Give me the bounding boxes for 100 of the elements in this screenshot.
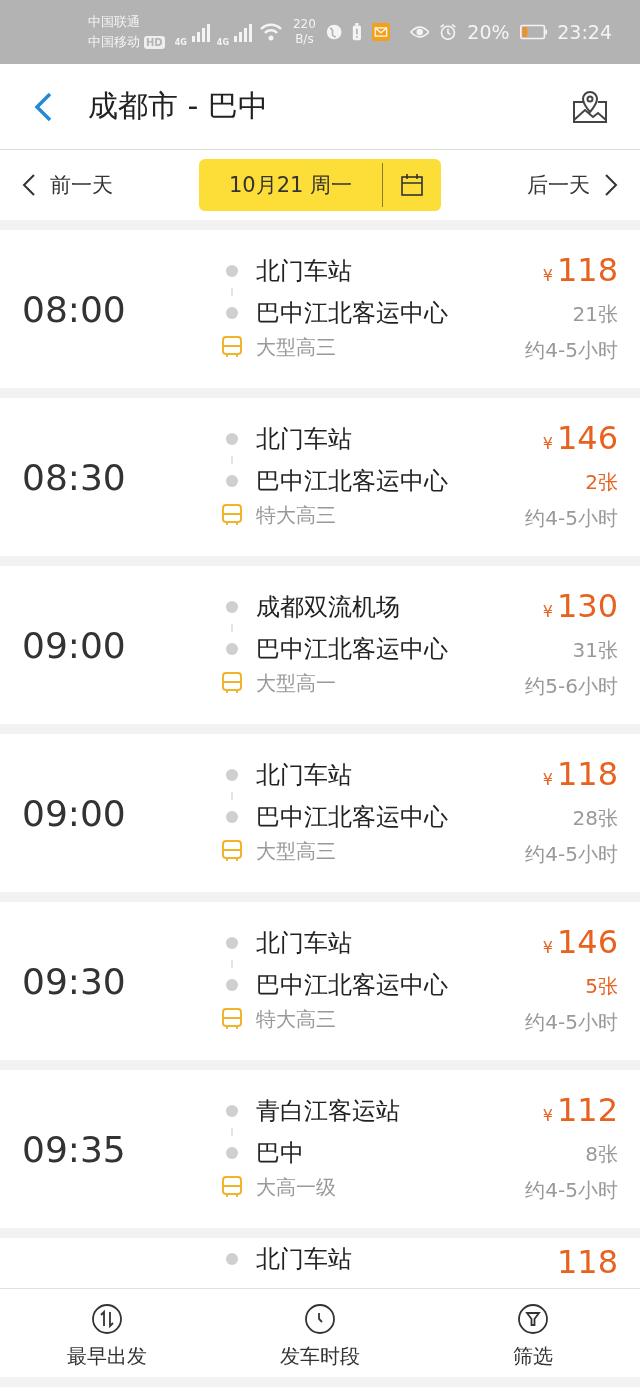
tickets-left: 8张 (585, 1141, 618, 1168)
bus-icon (220, 1175, 244, 1199)
currency-symbol: ¥ (542, 937, 553, 959)
origin-station: 北门车站 (256, 928, 353, 959)
network-label: 4G (174, 37, 187, 47)
battery-alert-icon (352, 21, 362, 43)
previous-day-button[interactable]: 前一天 (22, 171, 113, 199)
origin-station: 北门车站 (256, 424, 353, 455)
clock-time: 23:24 (557, 21, 612, 43)
bottom-tab[interactable]: 发车时段 (213, 1289, 427, 1377)
ticket-price: 118 (556, 250, 618, 290)
bus-icon (220, 503, 244, 527)
tickets-left: 2张 (585, 469, 618, 496)
currency-symbol: ¥ (542, 1105, 553, 1127)
mail-icon (371, 21, 390, 43)
destination-dot (226, 475, 238, 487)
chevron-right-icon (604, 173, 618, 197)
currency-symbol: ¥ (542, 601, 553, 623)
hd-badge: HD (144, 35, 165, 49)
origin-dot (226, 265, 238, 277)
origin-dot (226, 1105, 238, 1117)
clock-icon (304, 1303, 336, 1335)
bottom-tab[interactable]: 筛选 (426, 1289, 640, 1377)
destination-station: 巴中江北客运中心 (256, 802, 449, 833)
bus-type: 大高一级 (256, 1174, 337, 1201)
carrier-name: 中国移动 (88, 33, 140, 51)
battery-icon (519, 23, 548, 41)
tickets-left: 21张 (572, 301, 618, 328)
destination-station: 巴中江北客运中心 (256, 466, 449, 497)
origin-dot (226, 433, 238, 445)
origin-dot (226, 1253, 238, 1265)
trip-duration: 约4-5小时 (525, 1177, 618, 1204)
origin-dot (226, 601, 238, 613)
origin-station: 北门车站 (256, 760, 353, 791)
battery-percent: 20% (467, 21, 510, 43)
trip-card[interactable]: 09:30 北门车站 巴中江北客运中心 特大高三 ¥146 5张 约4-5小时 (0, 902, 640, 1060)
bottom-tab[interactable]: 最早出发 (0, 1289, 214, 1377)
eye-icon (409, 23, 430, 41)
wifi-icon (258, 22, 283, 42)
origin-station: 北门车站 (256, 1244, 353, 1275)
destination-station: 巴中江北客运中心 (256, 298, 449, 329)
bus-type: 特大高三 (256, 502, 337, 529)
currency-symbol: ¥ (542, 769, 553, 791)
route-title: 成都市 - 巴中 (88, 87, 269, 125)
departure-time: 09:35 (22, 1128, 127, 1170)
filter-icon (517, 1303, 550, 1335)
trip-card[interactable]: 08:30 北门车站 巴中江北客运中心 特大高三 ¥146 2张 约4-5小时 (0, 398, 640, 556)
origin-station: 北门车站 (256, 256, 353, 287)
bus-type: 大型高三 (256, 334, 337, 361)
trip-card[interactable]: 08:00 北门车站 巴中江北客运中心 大型高三 ¥118 21张 约4-5小时 (0, 230, 640, 388)
destination-station: 巴中 (256, 1138, 305, 1169)
network-label: 4G (216, 37, 229, 47)
carrier-name: 中国联通 (88, 13, 141, 31)
signal-icon (232, 22, 255, 42)
signal-icon (190, 22, 213, 42)
departure-time: 09:00 (22, 792, 127, 834)
trip-card[interactable]: 09:00 成都双流机场 巴中江北客运中心 大型高一 ¥130 31张 约5-6小时 (0, 566, 640, 724)
network-speed: 220 (292, 17, 316, 32)
destination-dot (226, 979, 238, 991)
date-label: 10月21 周一 (199, 163, 383, 207)
date-selector[interactable]: 10月21 周一 (199, 159, 441, 211)
network-speed-unit: B/s (295, 32, 314, 47)
ticket-price: 130 (556, 586, 618, 626)
trip-duration: 约5-6小时 (525, 673, 618, 700)
trip-duration: 约4-5小时 (525, 337, 618, 364)
departure-time: 08:00 (22, 288, 127, 330)
destination-dot (226, 307, 238, 319)
destination-station: 巴中江北客运中心 (256, 634, 449, 665)
trip-duration: 约4-5小时 (525, 841, 618, 868)
tickets-left: 5张 (585, 973, 618, 1000)
sort-icon (90, 1303, 123, 1335)
bus-icon (220, 1007, 244, 1031)
bus-type: 大型高一 (256, 670, 337, 697)
ticket-price: 112 (556, 1090, 618, 1130)
trip-card[interactable]: 09:35 青白江客运站 巴中 大高一级 ¥112 8张 约4-5小时 (0, 1070, 640, 1228)
origin-dot (226, 769, 238, 781)
chevron-left-icon (22, 173, 36, 197)
ticket-price: 146 (556, 418, 618, 458)
bus-type: 大型高三 (256, 838, 337, 865)
alarm-icon (439, 21, 458, 43)
destination-dot (226, 811, 238, 823)
bus-type: 特大高三 (256, 1006, 337, 1033)
origin-station: 成都双流机场 (256, 592, 401, 623)
trip-duration: 约4-5小时 (525, 1009, 618, 1036)
tickets-left: 28张 (572, 805, 618, 832)
ticket-price: 118 (556, 754, 618, 794)
departure-time: 09:30 (22, 960, 127, 1002)
bus-icon (220, 335, 244, 359)
origin-station: 青白江客运站 (256, 1096, 401, 1127)
trip-card[interactable]: 09:00 北门车站 巴中江北客运中心 大型高三 ¥118 28张 约4-5小时 (0, 734, 640, 892)
next-day-button[interactable]: 后一天 (527, 171, 618, 199)
trip-card[interactable]: 北门车站 118 (0, 1238, 640, 1288)
destination-dot (226, 1147, 238, 1159)
tickets-left: 31张 (572, 637, 618, 664)
globe-icon (325, 22, 343, 42)
currency-symbol: ¥ (542, 265, 553, 287)
currency-symbol: ¥ (542, 433, 553, 455)
ticket-price: 146 (556, 922, 618, 962)
departure-time: 09:00 (22, 624, 127, 666)
trip-duration: 约4-5小时 (525, 505, 618, 532)
